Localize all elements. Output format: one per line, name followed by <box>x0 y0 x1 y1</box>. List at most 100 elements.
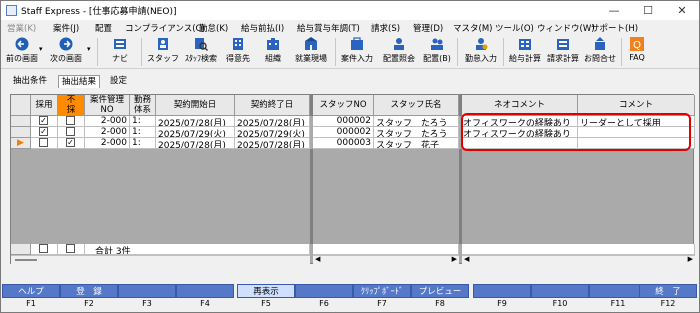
f4-button[interactable] <box>176 284 234 298</box>
header-end-date[interactable]: 契約終了日 <box>235 95 310 116</box>
f10-button[interactable] <box>531 284 589 298</box>
footer-fusaiyo-checkbox[interactable] <box>66 244 75 253</box>
header-staff-name[interactable]: スタッフ氏名 <box>374 95 459 116</box>
f6-button[interactable] <box>295 284 353 298</box>
payroll-button[interactable]: 給与計算 <box>507 37 543 67</box>
menu-master[interactable]: マスタ(M) <box>453 22 492 34</box>
saiyo-checkbox[interactable]: ✓ <box>39 127 48 136</box>
saiyo-checkbox[interactable]: ✓ <box>39 116 48 125</box>
fusaiyo-cell[interactable] <box>58 127 85 138</box>
menu-seikyu[interactable]: 請求(S) <box>371 22 400 34</box>
row-selector[interactable] <box>11 116 31 127</box>
staff-name-cell[interactable]: スタッフ たろう <box>374 116 459 127</box>
fusaiyo-cell[interactable] <box>58 116 85 127</box>
kinmu-cell[interactable]: 1: <box>130 127 156 138</box>
worksite-button[interactable]: 就業現場 <box>293 37 329 67</box>
scroll-left-icon[interactable]: ◀ <box>315 256 320 263</box>
menu-kanri[interactable]: 管理(D) <box>413 22 443 34</box>
saiyo-cell[interactable]: ✓ <box>31 127 58 138</box>
f8-preview-button[interactable]: プレビュー <box>411 284 469 298</box>
tab-settings[interactable]: 設定 <box>107 75 130 88</box>
back-dropdown-icon[interactable]: ▾ <box>39 45 43 53</box>
navi-button[interactable]: ナビ <box>105 37 135 67</box>
end-date-cell[interactable]: 2025/07/29(火) <box>235 127 310 138</box>
staff-name-cell[interactable]: スタッフ たろう <box>374 127 459 138</box>
row-selector[interactable] <box>11 127 31 138</box>
kanri-no-cell[interactable]: 2-000 <box>85 116 130 127</box>
header-kinmu[interactable]: 勤務体系 <box>130 95 156 116</box>
staff-search-button[interactable]: ｽﾀｯﾌ検索 <box>181 37 221 67</box>
end-date-cell[interactable]: 2025/07/28(月) <box>235 116 310 127</box>
f3-button[interactable] <box>118 284 176 298</box>
menu-anken[interactable]: 案件(J) <box>53 22 79 34</box>
staff-no-cell[interactable]: 000002 <box>313 116 374 127</box>
header-kanri-no[interactable]: 案件管理NO <box>85 95 130 116</box>
f2-register-button[interactable]: 登 録 <box>60 284 118 298</box>
staff-button[interactable]: スタッフ <box>147 37 179 67</box>
fusaiyo-cell[interactable]: ✓ <box>58 138 85 149</box>
scroll-right-icon[interactable]: ▶ <box>452 256 457 263</box>
f5-refresh-button[interactable]: 再表示 <box>237 284 295 298</box>
kinmu-cell[interactable]: 1: <box>130 116 156 127</box>
horizontal-scrollbar-middle[interactable]: ◀ ▶ <box>313 255 459 264</box>
footer-saiyo-checkbox[interactable] <box>39 244 48 253</box>
scroll-thumb[interactable] <box>15 259 37 261</box>
current-row-indicator-icon[interactable]: ▶ <box>11 138 31 149</box>
menu-window[interactable]: ウィンドウ(W) <box>537 22 595 34</box>
horizontal-scrollbar-left[interactable] <box>11 255 310 264</box>
inquiry-button[interactable]: お問合せ <box>583 37 617 67</box>
close-button[interactable]: ✕ <box>665 1 699 20</box>
attendance-button[interactable]: 勤怠入力 <box>463 37 499 67</box>
job-entry-button[interactable]: 案件入力 <box>339 37 375 67</box>
window-title: Staff Express - [仕事応募申請(NEO)] <box>21 7 177 17</box>
menu-kintai[interactable]: 勤怠(K) <box>199 22 228 34</box>
f12-exit-button[interactable]: 終 了 <box>639 284 697 298</box>
saiyo-cell[interactable] <box>31 138 58 149</box>
fusaiyo-checkbox[interactable]: ✓ <box>66 138 75 147</box>
back-button[interactable]: 前の画面 <box>5 37 39 67</box>
saiyo-checkbox[interactable] <box>39 138 48 147</box>
organization-button[interactable]: 組織 <box>259 37 287 67</box>
tab-extract-results[interactable]: 抽出結果 <box>58 75 101 88</box>
menu-eigyo[interactable]: 営業(K) <box>7 22 36 34</box>
header-start-date[interactable]: 契約開始日 <box>156 95 235 116</box>
menu-kyuyo[interactable]: 給与賞与年調(T) <box>297 22 360 34</box>
placement-button[interactable]: 配置(B) <box>421 37 453 67</box>
f1-help-button[interactable]: ヘルプ <box>2 284 60 298</box>
scroll-right-icon[interactable]: ▶ <box>688 256 693 263</box>
kanri-no-cell[interactable]: 2-000 <box>85 138 130 149</box>
f7-clipboard-button[interactable]: ｸﾘｯﾌﾟﾎﾞｰﾄﾞ <box>353 284 411 298</box>
kinmu-cell[interactable]: 1: <box>130 138 156 149</box>
kanri-no-cell[interactable]: 2-000 <box>85 127 130 138</box>
end-date-cell[interactable]: 2025/07/28(月) <box>235 138 310 149</box>
menu-haichi[interactable]: 配置 <box>95 22 112 34</box>
client-button[interactable]: 得意先 <box>223 37 253 67</box>
start-date-cell[interactable]: 2025/07/28(月) <box>156 116 235 127</box>
scroll-left-icon[interactable]: ◀ <box>464 256 469 263</box>
menu-tool[interactable]: ツール(O) <box>495 22 534 34</box>
menu-compliance[interactable]: コンプライアンス(C) <box>125 22 205 34</box>
tab-extract-conditions[interactable]: 抽出条件 <box>10 75 50 88</box>
maximize-button[interactable]: ☐ <box>631 1 665 20</box>
faq-button[interactable]: Q FAQ <box>625 37 649 67</box>
start-date-cell[interactable]: 2025/07/28(月) <box>156 138 235 149</box>
menu-support[interactable]: サポート(H) <box>591 22 638 34</box>
forward-dropdown-icon[interactable]: ▾ <box>87 45 91 53</box>
billing-button[interactable]: 請求計算 <box>545 37 581 67</box>
placement-inquiry-button[interactable]: 配置照会 <box>381 37 417 67</box>
horizontal-scrollbar-right[interactable]: ◀ ▶ <box>462 255 695 264</box>
staff-no-cell[interactable]: 000003 <box>313 138 374 149</box>
f9-button[interactable] <box>473 284 531 298</box>
header-fusaiyo[interactable]: 不採用 <box>58 95 85 116</box>
staff-name-cell[interactable]: スタッフ 花子 <box>374 138 459 149</box>
menu-maebarai[interactable]: 給与前払(I) <box>241 22 284 34</box>
start-date-cell[interactable]: 2025/07/29(火) <box>156 127 235 138</box>
forward-button[interactable]: 次の画面 <box>47 37 85 67</box>
staff-no-cell[interactable]: 000002 <box>313 127 374 138</box>
fusaiyo-checkbox[interactable] <box>66 116 75 125</box>
header-saiyo[interactable]: 採用 <box>31 95 58 116</box>
fusaiyo-checkbox[interactable] <box>66 127 75 136</box>
header-staff-no[interactable]: スタッフNO <box>313 95 374 116</box>
saiyo-cell[interactable]: ✓ <box>31 116 58 127</box>
minimize-button[interactable]: — <box>597 1 631 20</box>
